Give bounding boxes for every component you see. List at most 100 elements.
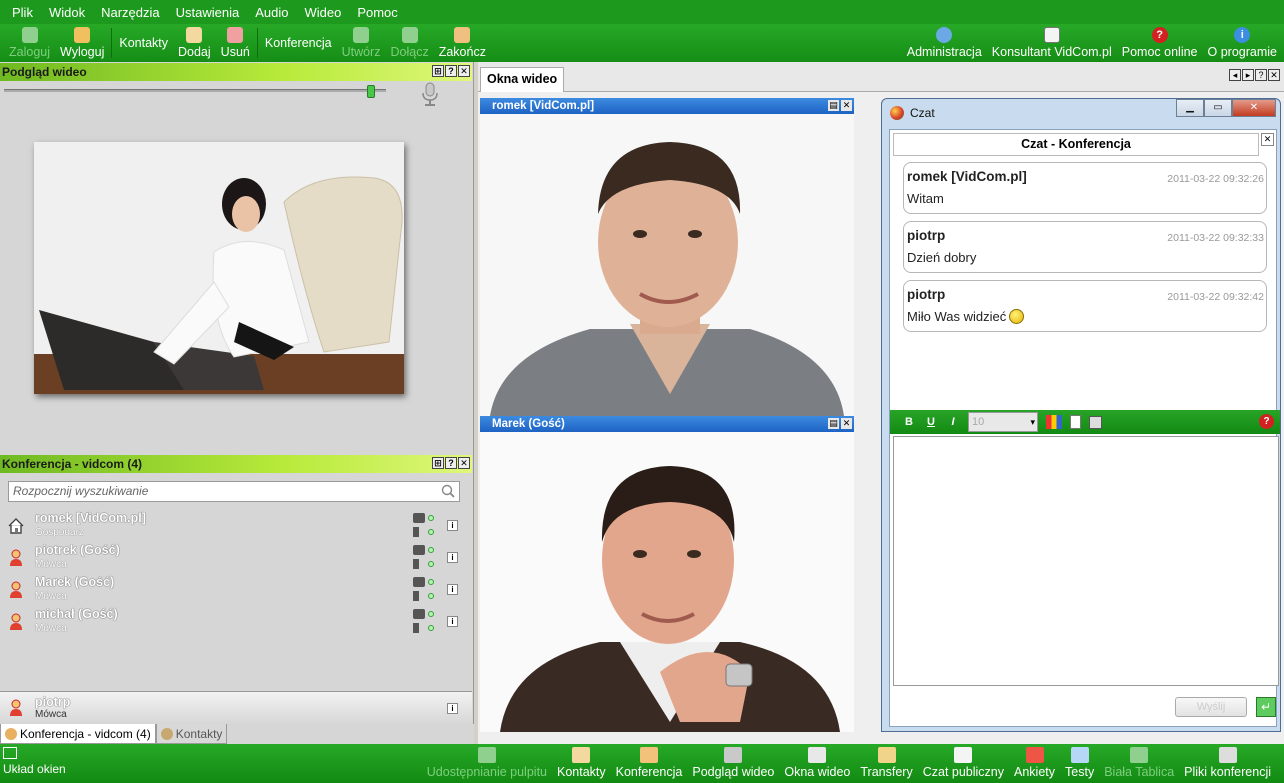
video-window-romek[interactable]: romek [VidCom.pl] ▤ ✕ [480,98,854,416]
contacts-icon [572,747,591,763]
bottom-item-share-screen[interactable]: Udostępnianie pulpitu [422,747,552,783]
save-icon[interactable] [1089,415,1102,429]
chat-title-bar[interactable]: Czat ▁ ▭ ✕ [882,99,1280,127]
participant-row[interactable]: piotrek (Gość) Mówca i [0,543,470,575]
microphone-icon[interactable] [420,82,440,106]
guest-user-icon [10,581,22,598]
join-conference-button[interactable]: Dołącz [385,24,433,62]
bold-button[interactable]: B [902,416,916,428]
consultant-button[interactable]: Konsultant VidCom.pl [987,24,1117,62]
camera-icon[interactable] [413,609,425,619]
bottom-item-contacts[interactable]: Kontakty [552,747,611,783]
pin-icon[interactable]: ⊞ [432,65,444,77]
bottom-item-video-windows[interactable]: Okna wideo [779,747,855,783]
participant-row[interactable]: Marek (Gość) Mówca i [0,575,470,607]
volume-slider[interactable] [4,89,386,92]
participant-row[interactable]: michał (Gość) Mówca i [0,607,470,639]
online-help-button[interactable]: ? Pomoc online [1117,24,1203,62]
layout-icon[interactable]: ▤ [828,418,839,429]
speaker-icon[interactable] [413,559,425,569]
chat-message-input[interactable] [893,436,1279,686]
search-icon[interactable] [441,484,455,498]
close-icon[interactable]: ✕ [458,65,470,77]
menu-pomoc[interactable]: Pomoc [349,5,405,20]
end-conference-button[interactable]: Zakończ [434,24,491,62]
close-icon[interactable]: ✕ [1268,69,1280,81]
tab-conference[interactable]: Konferencja - vidcom (4) [0,724,156,744]
video-window-marek[interactable]: Marek (Gość) ▤ ✕ [480,416,854,732]
bottom-item-conference[interactable]: Konferencja [611,747,688,783]
remove-contact-button[interactable]: Usuń [216,24,255,62]
info-icon[interactable]: i [447,616,458,627]
logout-button[interactable]: Wyloguj [55,24,109,62]
create-conference-button[interactable]: Utwórz [337,24,386,62]
menu-ustawienia[interactable]: Ustawienia [168,5,248,20]
camera-icon[interactable] [413,513,425,523]
bottom-item-tests[interactable]: Testy [1060,747,1099,783]
menu-wideo[interactable]: Wideo [296,5,349,20]
close-icon[interactable]: ✕ [841,418,852,429]
close-icon[interactable]: ✕ [1232,99,1276,117]
guest-user-icon [10,549,22,566]
send-button[interactable]: Wyślij [1175,697,1247,717]
volume-slider-thumb[interactable] [366,85,375,98]
menu-plik[interactable]: Plik [4,5,41,20]
help-icon[interactable]: ? [445,457,457,469]
info-icon[interactable]: i [447,584,458,595]
toolbar-right: Administracja Konsultant VidCom.pl ? Pom… [902,24,1282,62]
underline-button[interactable]: U [924,416,938,428]
window-layout-button[interactable]: Układ okien [3,747,66,776]
polls-icon [1025,747,1044,763]
login-button[interactable]: Zaloguj [4,24,55,62]
participant-row[interactable]: romek [VidCom.pl] Gospodarz i [0,511,470,543]
speaker-icon[interactable] [413,623,425,633]
close-icon[interactable]: ✕ [1261,133,1274,146]
camera-icon[interactable] [413,577,425,587]
conference-icon [640,747,658,763]
close-icon[interactable]: ✕ [841,100,852,111]
about-button[interactable]: i O programie [1203,24,1282,62]
arrow-right-icon[interactable]: ▸ [1242,69,1254,81]
app-icon [890,106,904,120]
info-icon[interactable]: i [447,552,458,563]
add-contact-button[interactable]: Dodaj [173,24,216,62]
menu-narzedzia[interactable]: Narzędzia [93,5,168,20]
document-icon[interactable] [1070,415,1081,429]
speaker-icon[interactable] [413,591,425,601]
color-picker-icon[interactable] [1046,415,1062,429]
minimize-icon[interactable]: ▁ [1176,99,1204,117]
tab-contacts[interactable]: Kontakty [155,724,228,744]
bottom-item-public-chat[interactable]: Czat publiczny [918,747,1009,783]
maximize-icon[interactable]: ▭ [1204,99,1232,117]
info-icon[interactable]: i [447,520,458,531]
speaker-icon[interactable] [413,527,425,537]
administration-button[interactable]: Administracja [902,24,987,62]
close-icon[interactable]: ✕ [458,457,470,469]
bottom-item-polls[interactable]: Ankiety [1009,747,1060,783]
bottom-item-transfers[interactable]: Transfery [855,747,917,783]
font-size-select[interactable]: 10 [968,412,1038,432]
menu-audio[interactable]: Audio [247,5,296,20]
bottom-item-conference-files[interactable]: Pliki konferencji [1179,747,1276,783]
tab-video-windows[interactable]: Okna wideo [480,67,565,92]
help-icon[interactable]: ? [1255,69,1267,81]
help-icon[interactable]: ? [445,65,457,77]
arrow-left-icon[interactable]: ◂ [1229,69,1241,81]
pin-icon[interactable]: ⊞ [432,457,444,469]
status-dot [428,529,434,535]
menu-widok[interactable]: Widok [41,5,93,20]
enter-icon[interactable]: ↵ [1256,697,1276,717]
italic-button[interactable]: I [946,416,960,428]
bottom-item-whiteboard[interactable]: Biała Tablica [1099,747,1179,783]
help-icon[interactable]: ? [1259,414,1274,429]
status-dot [428,561,434,567]
participant-search-input[interactable]: Rozpocznij wyszukiwanie [8,481,460,502]
host-house-icon [8,518,24,534]
left-tabs: Konferencja - vidcom (4) Kontakty [0,724,474,744]
help-icon: ? [1151,27,1168,43]
layout-icon[interactable]: ▤ [828,100,839,111]
info-icon[interactable]: i [447,703,458,714]
current-user-row[interactable]: piotrp Mówca i [0,695,470,723]
camera-icon[interactable] [413,545,425,555]
bottom-item-video-preview[interactable]: Podgląd wideo [687,747,779,783]
